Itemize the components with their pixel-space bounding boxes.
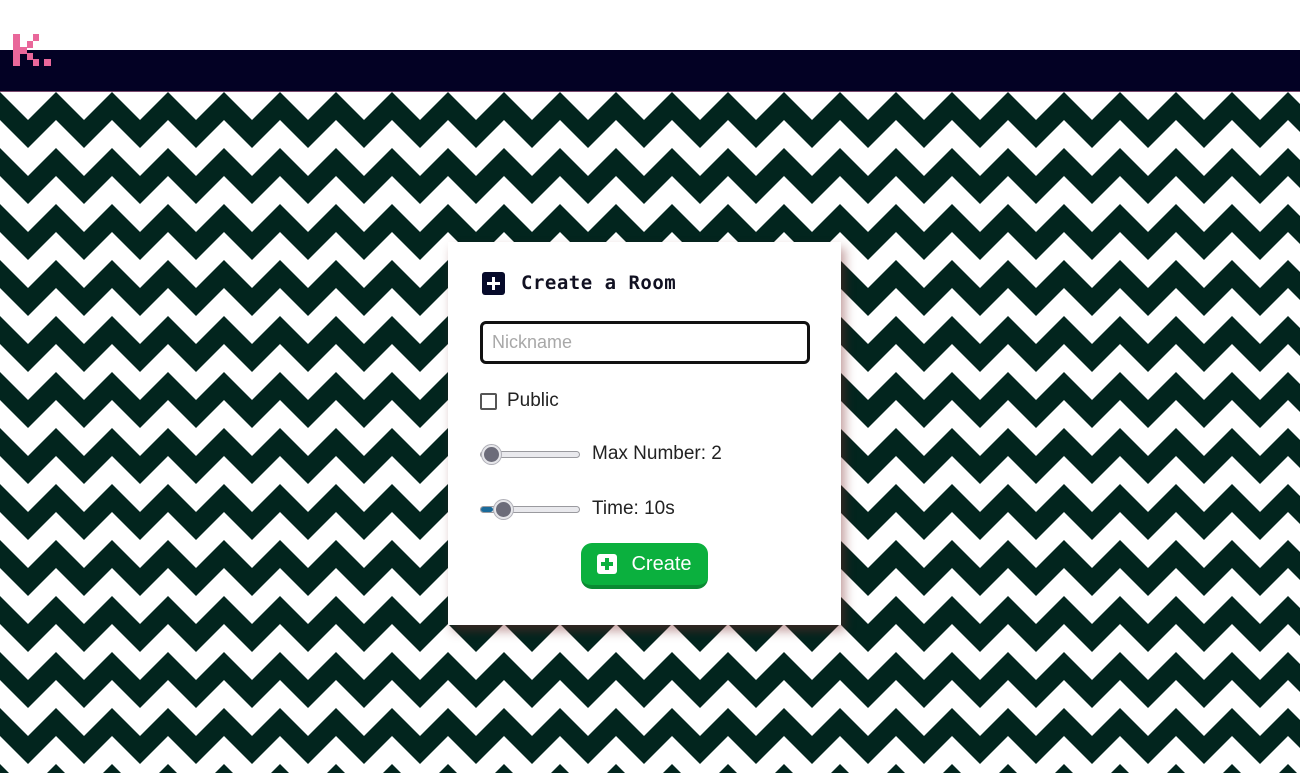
time-slider-fill bbox=[481, 506, 493, 512]
logo[interactable] bbox=[11, 32, 59, 70]
card-title: Create a Room bbox=[521, 272, 677, 294]
plus-square-icon bbox=[597, 554, 618, 574]
max-number-slider[interactable] bbox=[480, 444, 580, 464]
plus-square-icon bbox=[482, 271, 505, 295]
top-strip bbox=[0, 0, 1305, 50]
max-number-label: Max Number: 2 bbox=[592, 443, 722, 464]
time-row: Time: 10s bbox=[480, 497, 675, 521]
nickname-input[interactable] bbox=[480, 321, 810, 364]
navbar bbox=[0, 50, 1300, 92]
public-checkbox[interactable] bbox=[480, 392, 497, 410]
create-button[interactable]: Create bbox=[581, 543, 708, 589]
card-header: Create a Room bbox=[482, 271, 676, 295]
time-slider[interactable] bbox=[480, 499, 580, 519]
public-row[interactable]: Public bbox=[480, 390, 559, 412]
max-number-row: Max Number: 2 bbox=[480, 442, 722, 466]
create-room-card: Create a Room Public Max Number: 2 Time:… bbox=[448, 242, 841, 625]
time-label: Time: 10s bbox=[592, 498, 675, 519]
page-right-edge bbox=[1300, 0, 1305, 773]
create-button-label: Create bbox=[631, 552, 692, 575]
public-label: Public bbox=[507, 390, 559, 411]
max-number-slider-thumb[interactable] bbox=[482, 444, 501, 464]
time-slider-thumb[interactable] bbox=[494, 499, 513, 519]
